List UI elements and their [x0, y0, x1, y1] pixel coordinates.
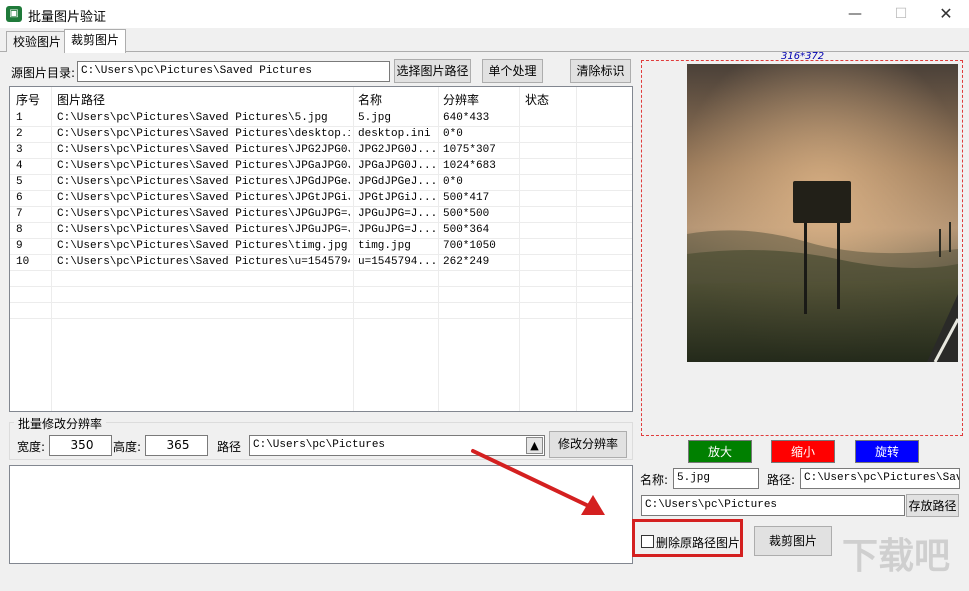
table-cell: 7 [16, 208, 23, 220]
delete-original-label[interactable]: 删除原路径图片 [656, 534, 740, 551]
table-cell: C:\Users\pc\Pictures\Saved Pictures\JPGu… [57, 224, 350, 236]
save-path-label: 路径: [767, 473, 796, 487]
table-cell: 10 [16, 256, 30, 268]
width-label: 宽度: [17, 440, 46, 454]
table-row[interactable]: 3 C:\Users\pc\Pictures\Saved Pictures\JPG… [10, 143, 632, 159]
crop-image-button[interactable]: 裁剪图片 [754, 526, 832, 556]
table-cell: 500*417 [443, 192, 490, 204]
table-cell: JPGaJPG0J... [358, 160, 438, 172]
table-cell: 1075*307 [443, 144, 496, 156]
table-row[interactable]: 4 C:\Users\pc\Pictures\Saved Pictures\JPG… [10, 159, 632, 175]
tab-verify[interactable]: 校验图片 [6, 31, 69, 52]
annotation-arrow [471, 449, 605, 515]
zoom-out-button[interactable]: 缩小 [771, 440, 835, 463]
table-cell: C:\Users\pc\Pictures\Saved Pictures\JPGd… [57, 176, 350, 188]
table-row[interactable]: 9 C:\Users\pc\Pictures\Saved Pictures\tim… [10, 239, 632, 255]
source-dir-input[interactable]: C:\Users\pc\Pictures\Saved Pictures [77, 61, 390, 82]
table-cell: C:\Users\pc\Pictures\Saved Pictures\JPG2… [57, 144, 350, 156]
name-input[interactable]: 5.jpg [673, 468, 759, 489]
path-label: 路径 [217, 440, 242, 454]
header-name[interactable]: 名称 [358, 91, 382, 108]
table-cell: 2 [16, 128, 23, 140]
window-title: 批量图片验证 [28, 10, 107, 25]
table-cell: 700*1050 [443, 240, 496, 252]
preview-size-label: 316*372 [781, 51, 825, 62]
table-cell: 1024*683 [443, 160, 496, 172]
table-cell: C:\Users\pc\Pictures\Saved Pictures\timg… [57, 240, 348, 252]
table-cell: 0*0 [443, 128, 463, 140]
header-resolution[interactable]: 分辨率 [443, 91, 479, 108]
table-cell: 3 [16, 144, 23, 156]
table-cell: 5 [16, 176, 23, 188]
tab-crop[interactable]: 裁剪图片 [64, 29, 127, 53]
table-cell: JPGdJPGeJ... [358, 176, 438, 188]
table-cell: 262*249 [443, 256, 490, 268]
table-cell: C:\Users\pc\Pictures\Saved Pictures\JPGa… [57, 160, 350, 172]
header-index[interactable]: 序号 [16, 91, 40, 108]
table-cell: C:\Users\pc\Pictures\Saved Pictures\5.jp… [57, 112, 328, 124]
table-cell: 6 [16, 192, 23, 204]
table-cell: JPG2JPG0J... [358, 144, 438, 156]
header-status[interactable]: 状态 [525, 91, 549, 108]
choose-path-button[interactable]: 选择图片路径 [394, 59, 471, 83]
table-cell: C:\Users\pc\Pictures\Saved Pictures\JPGt… [57, 192, 350, 204]
source-dir-label: 源图片目录: [11, 66, 76, 80]
table-cell: 640*433 [443, 112, 490, 124]
maximize-button[interactable]: ☐ [878, 0, 924, 28]
app-icon: ▣ [6, 6, 22, 22]
single-process-button[interactable]: 单个处理 [482, 59, 543, 83]
table-row[interactable]: 1 C:\Users\pc\Pictures\Saved Pictures\5.j… [10, 111, 632, 127]
table-cell: JPGuJPG=J... [358, 208, 438, 220]
table-cell: 1 [16, 112, 23, 124]
table-row[interactable]: 10 C:\Users\pc\Pictures\Saved Pictures\u=… [10, 255, 632, 271]
rotate-button[interactable]: 旋转 [855, 440, 919, 463]
table-cell: 9 [16, 240, 23, 252]
table-cell: C:\Users\pc\Pictures\Saved Pictures\JPGu… [57, 208, 350, 220]
table-row[interactable]: 5 C:\Users\pc\Pictures\Saved Pictures\JPG… [10, 175, 632, 191]
image-list-table[interactable]: 序号 图片路径 名称 分辨率 状态 1 C:\Users\pc\Pictures\… [9, 86, 633, 412]
title-bar [0, 0, 969, 28]
table-row[interactable]: 6 C:\Users\pc\Pictures\Saved Pictures\JPG… [10, 191, 632, 207]
store-path-input[interactable]: C:\Users\pc\Pictures [641, 495, 905, 516]
table-cell: 500*500 [443, 208, 490, 220]
height-input[interactable]: 365 [145, 435, 208, 456]
delete-original-checkbox[interactable] [641, 535, 654, 548]
table-cell: 8 [16, 224, 23, 236]
minimize-button[interactable]: — [832, 0, 878, 28]
table-row[interactable] [10, 271, 632, 287]
header-path[interactable]: 图片路径 [57, 91, 105, 108]
table-row[interactable]: 2 C:\Users\pc\Pictures\Saved Pictures\des… [10, 127, 632, 143]
close-button[interactable]: ✕ [923, 0, 969, 28]
clear-marks-button[interactable]: 清除标识 [570, 59, 631, 83]
table-cell: JPGtJPGiJ... [358, 192, 438, 204]
width-input[interactable]: 350 [49, 435, 112, 456]
table-cell: C:\Users\pc\Pictures\Saved Pictures\desk… [57, 128, 350, 140]
table-row[interactable] [10, 287, 632, 303]
table-cell: timg.jpg [358, 240, 411, 252]
watermark-logo: 下载吧 [842, 536, 951, 577]
table-cell: 500*364 [443, 224, 490, 236]
table-row[interactable] [10, 303, 632, 319]
table-row[interactable]: 7 C:\Users\pc\Pictures\Saved Pictures\JPG… [10, 207, 632, 223]
table-cell: desktop.ini [358, 128, 431, 140]
table-row[interactable]: 8 C:\Users\pc\Pictures\Saved Pictures\JPG… [10, 223, 632, 239]
table-cell: 5.jpg [358, 112, 392, 124]
table-cell: C:\Users\pc\Pictures\Saved Pictures\u=15… [57, 256, 350, 268]
preview-image[interactable] [687, 64, 958, 362]
zoom-in-button[interactable]: 放大 [688, 440, 752, 463]
batch-resize-title: 批量修改分辨率 [14, 415, 107, 432]
table-cell: u=1545794... [358, 256, 438, 268]
table-cell: JPGuJPG=J... [358, 224, 438, 236]
height-label: 高度: [113, 440, 142, 454]
name-label: 名称: [640, 473, 669, 487]
table-cell: 4 [16, 160, 23, 172]
store-path-button[interactable]: 存放路径 [906, 494, 959, 517]
table-cell: 0*0 [443, 176, 463, 188]
save-path-input[interactable]: C:\Users\pc\Pictures\Saved [800, 468, 960, 489]
